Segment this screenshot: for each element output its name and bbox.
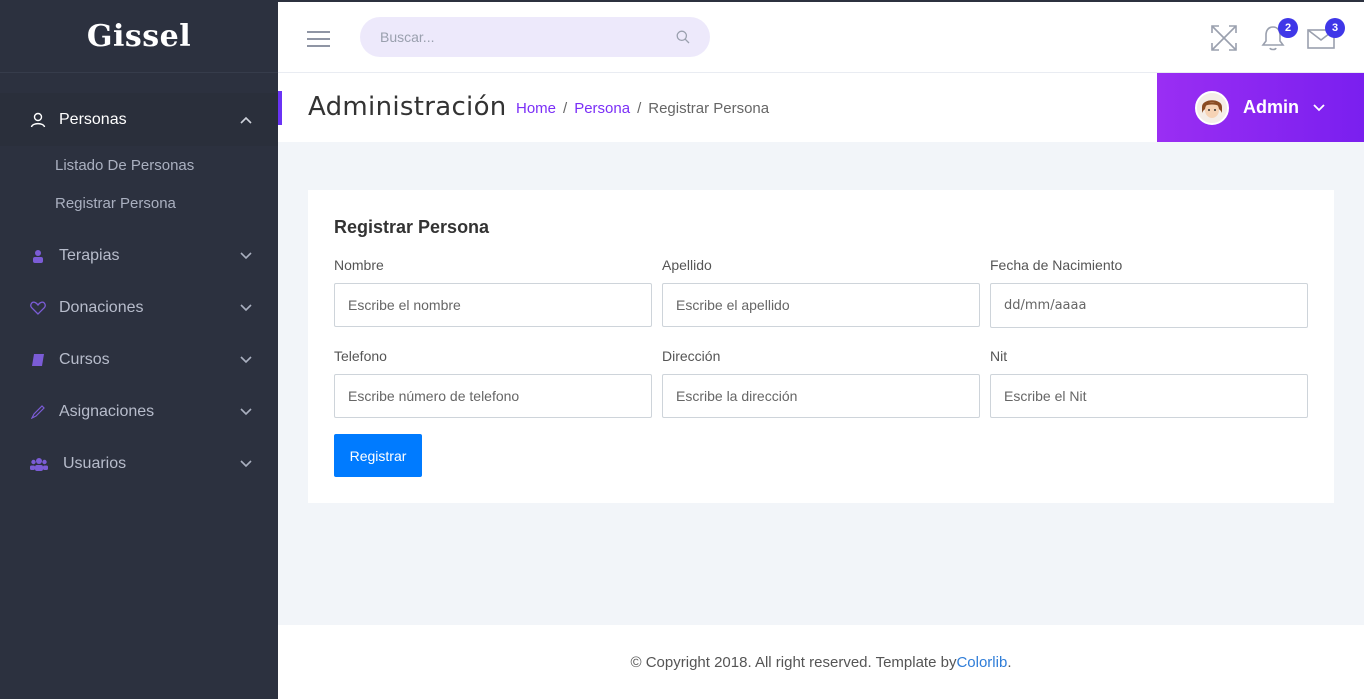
apellido-field-wrap [662,283,980,327]
search-box [360,17,710,57]
fecha-nacimiento-field[interactable] [991,284,1307,327]
sidebar-nav: Personas Listado De Personas Registrar P… [0,93,278,490]
sidebar-submenu-personas: Listado De Personas Registrar Persona [0,146,278,230]
footer-colorlib-link[interactable]: Colorlib [956,654,1007,671]
chevron-down-icon [1313,103,1325,111]
direccion-field-wrap [662,374,980,418]
telefono-field[interactable] [335,375,651,417]
breadcrumb-home[interactable]: Home [516,100,556,117]
top-header: 2 3 [278,0,1364,73]
chevron-down-icon [240,408,252,416]
page-title: Administración [308,92,507,122]
breadcrumb-persona[interactable]: Persona [574,100,630,117]
telefono-field-wrap [334,374,652,418]
nit-field-wrap [990,374,1308,418]
sidebar-item-usuarios[interactable]: Usuarios [0,438,278,490]
menu-toggle-icon[interactable] [307,31,330,47]
register-person-card: Registrar Persona Nombre Apellido Fecha … [308,190,1334,503]
notifications-button[interactable]: 2 [1260,18,1298,52]
fullscreen-icon[interactable] [1210,24,1238,52]
search-input[interactable] [360,17,650,57]
nombre-field-wrap [334,283,652,327]
sidebar-item-label: Donaciones [59,299,144,316]
footer-suffix: . [1007,653,1012,671]
sidebar: Gissel Personas Listado De Personas Regi… [0,0,278,699]
telefono-label: Telefono [334,348,387,364]
nit-field[interactable] [991,375,1307,417]
card-title: Registrar Persona [334,217,490,237]
notifications-badge: 2 [1278,18,1298,38]
sidebar-item-asignaciones[interactable]: Asignaciones [0,386,278,438]
user-name: Admin [1243,97,1299,117]
chevron-down-icon [240,460,252,468]
title-bar: Administración Home / Persona / Registra… [278,73,1364,142]
sidebar-item-label: Cursos [59,351,110,368]
brand-logo[interactable]: Gissel [0,0,278,73]
sidebar-item-label: Usuarios [63,455,127,472]
nombre-field[interactable] [335,284,651,326]
sidebar-subitem-registrar-persona[interactable]: Registrar Persona [0,184,278,222]
nit-label: Nit [990,348,1008,364]
footer-copyright: © Copyright 2018. All right reserved. Te… [630,653,957,671]
user-icon [30,112,46,128]
heart-icon [30,300,46,316]
registrar-button[interactable]: Registrar [334,434,422,477]
fecha-nacimiento-label: Fecha de Nacimiento [990,257,1123,273]
chevron-down-icon [240,356,252,364]
messages-button[interactable]: 3 [1307,18,1345,52]
breadcrumb: Home / Persona / Registrar Persona [516,100,769,117]
sidebar-item-personas[interactable]: Personas [0,93,278,146]
sidebar-subitem-listado-personas[interactable]: Listado De Personas [0,146,278,184]
breadcrumb-current: Registrar Persona [648,100,770,117]
sidebar-item-terapias[interactable]: Terapias [0,230,278,282]
users-icon [30,456,48,472]
user-menu[interactable]: Admin [1157,73,1364,142]
breadcrumb-separator: / [563,100,568,117]
footer: © Copyright 2018. All right reserved. Te… [278,625,1364,699]
book-icon [30,352,46,368]
chevron-up-icon [240,116,252,124]
sidebar-item-label: Asignaciones [59,403,155,420]
sidebar-item-cursos[interactable]: Cursos [0,334,278,386]
breadcrumb-separator: / [637,100,642,117]
fecha-nacimiento-field-wrap [990,283,1308,328]
messages-badge: 3 [1325,18,1345,38]
pencil-icon [30,404,46,420]
chevron-down-icon [240,252,252,260]
sidebar-item-donaciones[interactable]: Donaciones [0,282,278,334]
search-icon[interactable] [676,30,690,44]
apellido-field[interactable] [663,284,979,326]
nombre-label: Nombre [334,257,384,273]
direccion-field[interactable] [663,375,979,417]
person-icon [30,248,46,264]
avatar [1195,90,1229,125]
sidebar-item-label: Terapias [59,247,120,264]
title-accent-bar [278,91,282,125]
sidebar-item-label: Personas [59,110,127,128]
direccion-label: Dirección [662,348,721,364]
chevron-down-icon [240,304,252,312]
apellido-label: Apellido [662,257,712,273]
